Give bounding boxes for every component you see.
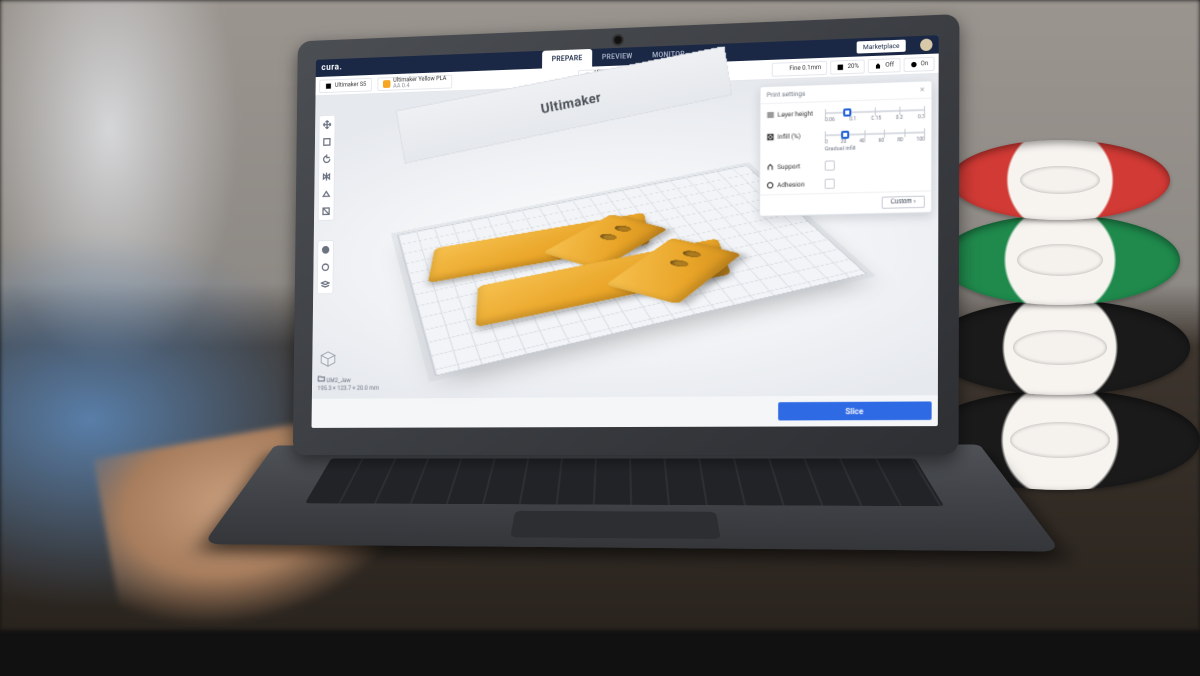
support-value: Off xyxy=(885,61,894,68)
view-solid[interactable] xyxy=(318,241,333,259)
support-blocker-tool[interactable] xyxy=(319,202,334,220)
infill-thumb[interactable] xyxy=(841,131,849,139)
close-icon[interactable]: ✕ xyxy=(920,86,926,94)
laptop-keyboard xyxy=(203,445,1061,552)
infill-label: Infill (%) xyxy=(777,132,800,141)
adhesion-icon xyxy=(909,60,917,68)
cura-app: cura. PREPARE PREVIEW MONITOR Marketplac… xyxy=(312,35,939,428)
object-dimensions: 195.3 × 123.7 × 20.0 mm xyxy=(317,385,378,392)
material-selector[interactable]: Ultimaker Yellow PLA AA 0.4 xyxy=(377,74,452,90)
printer-icon xyxy=(325,82,332,90)
material-sub: AA 0.4 xyxy=(393,81,446,89)
quick-settings: Fine 0.1mm 20% Off On xyxy=(772,56,934,76)
viewport[interactable]: Ultimaker UM2_Jaw xyxy=(312,74,939,399)
mesh-tool[interactable] xyxy=(319,185,334,203)
layer-height-label: Layer height xyxy=(778,110,814,119)
profile-value: Fine 0.1mm xyxy=(789,64,821,72)
view-toolstrip xyxy=(317,240,334,294)
webcam xyxy=(614,36,622,44)
avatar[interactable] xyxy=(920,38,932,51)
marketplace-button[interactable]: Marketplace xyxy=(857,40,906,54)
layers-icon xyxy=(778,65,786,73)
filament-spool xyxy=(940,215,1180,305)
laptop-screen-frame: cura. PREPARE PREVIEW MONITOR Marketplac… xyxy=(293,14,960,455)
layer-height-slider[interactable]: 0.06 0.1 0.15 0.2 0.3 xyxy=(825,103,925,120)
support-chip[interactable]: Off xyxy=(868,57,900,72)
print-settings-title: Print settings xyxy=(767,90,806,99)
infill-slider[interactable]: 0 20 40 60 80 100 xyxy=(825,125,925,142)
support-label: Support xyxy=(777,162,800,171)
adhesion-checkbox[interactable] xyxy=(825,179,835,189)
printer-brand-label: Ultimaker xyxy=(540,88,603,116)
infill-chip[interactable]: 20% xyxy=(830,59,865,74)
move-tool[interactable] xyxy=(320,116,335,134)
infill-value: 20% xyxy=(848,63,859,70)
view-xray[interactable] xyxy=(318,258,333,276)
support-checkbox[interactable] xyxy=(825,160,835,170)
infill-icon xyxy=(836,63,844,71)
app-logo: cura. xyxy=(321,63,342,73)
filament-spool xyxy=(950,140,1170,220)
layer-height-thumb[interactable] xyxy=(843,108,851,116)
support-icon xyxy=(874,61,882,69)
profile-chip[interactable]: Fine 0.1mm xyxy=(772,60,827,76)
slice-button[interactable]: Slice xyxy=(778,401,932,420)
print-settings-panel: Print settings ✕ Layer height 0.06 0.1 xyxy=(759,80,932,217)
scale-tool[interactable] xyxy=(319,133,334,151)
object-info: UM2_Jaw 195.3 × 123.7 × 20.0 mm xyxy=(317,374,379,393)
adhesion-chip[interactable]: On xyxy=(903,56,934,71)
printer-selector[interactable]: Ultimaker S5 xyxy=(319,77,372,92)
gradual-infill-label: Gradual infill xyxy=(825,146,856,153)
custom-settings-button[interactable]: Custom › xyxy=(881,196,925,209)
view-layer[interactable] xyxy=(318,276,333,294)
transform-toolstrip xyxy=(318,115,336,221)
material-swatch xyxy=(383,80,391,88)
adhesion-label: Adhesion xyxy=(777,180,804,189)
object-filename: UM2_Jaw xyxy=(326,378,350,385)
printer-name: Ultimaker S5 xyxy=(335,81,366,89)
adhesion-value: On xyxy=(921,60,929,67)
laptop: cura. PREPARE PREVIEW MONITOR Marketplac… xyxy=(291,14,959,569)
rotate-tool[interactable] xyxy=(319,150,334,168)
open-file-button[interactable] xyxy=(318,378,325,385)
filament-spool xyxy=(930,300,1190,395)
orientation-cube[interactable] xyxy=(318,348,339,370)
mirror-tool[interactable] xyxy=(319,168,334,186)
tab-prepare[interactable]: PREPARE xyxy=(542,49,592,69)
